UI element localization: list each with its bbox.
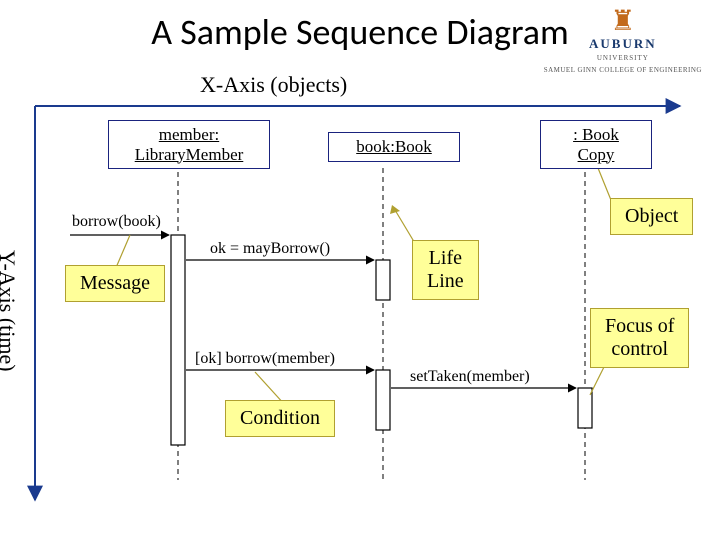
- leader-lifeline-tip: [390, 205, 400, 214]
- msg-okborrow-text: [ok] borrow(member): [195, 350, 335, 368]
- object-bookcopy: : BookCopy: [540, 120, 652, 169]
- object-book: book:Book: [328, 132, 460, 162]
- slide: A Sample Sequence Diagram ♜ AUBURN UNIVE…: [0, 0, 720, 540]
- callout-condition: Condition: [225, 400, 335, 437]
- callout-object: Object: [610, 198, 693, 235]
- object-member: member:LibraryMember: [108, 120, 270, 169]
- activation-book-2: [376, 370, 390, 430]
- msg-settaken-text: setTaken(member): [410, 368, 530, 386]
- activation-member: [171, 235, 185, 445]
- callout-focus: Focus ofcontrol: [590, 308, 689, 368]
- msg-mayborrow-text: ok = mayBorrow(): [210, 240, 330, 258]
- activation-book-1: [376, 260, 390, 300]
- callout-message: Message: [65, 265, 165, 302]
- callout-lifeline: LifeLine: [412, 240, 479, 300]
- msg-borrow-text: borrow(book): [72, 213, 161, 231]
